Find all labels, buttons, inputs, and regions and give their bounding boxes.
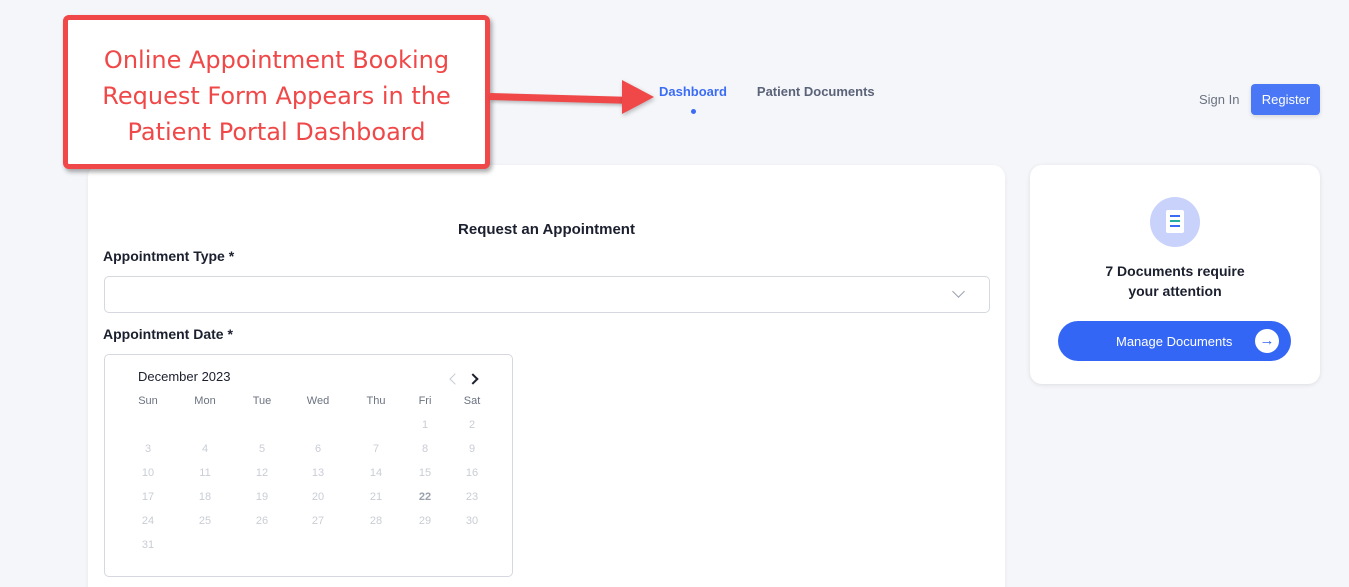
date-picker-calendar: December 2023 Sun Mon Tue Wed Thu Fri Sat 1 2 3 4 5… <box>104 354 513 577</box>
callout-arrow-head <box>622 80 654 114</box>
calendar-weekday-sun: Sun <box>138 395 158 407</box>
calendar-day[interactable]: 10 <box>128 467 168 479</box>
calendar-day[interactable]: 14 <box>356 467 396 479</box>
calendar-weekday-wed: Wed <box>306 395 330 407</box>
nav-dashboard[interactable]: Dashboard <box>659 84 727 114</box>
nav-patient-documents-label: Patient Documents <box>756 84 875 99</box>
documents-card: 7 Documents require your attention Manag… <box>1030 165 1320 384</box>
documents-message-line1: 7 Documents require <box>1105 263 1245 279</box>
calendar-day[interactable]: 15 <box>405 467 445 479</box>
calendar-day[interactable]: 5 <box>242 443 282 455</box>
calendar-day[interactable]: 24 <box>128 515 168 527</box>
calendar-day[interactable]: 20 <box>298 491 338 503</box>
calendar-day[interactable]: 12 <box>242 467 282 479</box>
document-list-icon <box>1150 197 1200 247</box>
calendar-day[interactable]: 6 <box>298 443 338 455</box>
calendar-day[interactable]: 7 <box>356 443 396 455</box>
appointment-date-label: Appointment Date * <box>103 326 233 342</box>
calendar-day[interactable]: 11 <box>185 467 225 479</box>
nav-dashboard-label: Dashboard <box>659 84 727 99</box>
calendar-weekday-fri: Fri <box>418 395 432 407</box>
calendar-day[interactable]: 3 <box>128 443 168 455</box>
calendar-day[interactable]: 8 <box>405 443 445 455</box>
callout-line-3: Patient Portal Dashboard <box>127 118 426 146</box>
calendar-weekday-tue: Tue <box>252 395 272 407</box>
nav-patient-documents[interactable]: Patient Documents <box>757 84 875 99</box>
calendar-month-label: December 2023 <box>138 369 231 384</box>
calendar-day[interactable]: 4 <box>185 443 225 455</box>
main-nav: Dashboard Patient Documents <box>659 84 875 114</box>
calendar-day[interactable]: 2 <box>452 419 492 431</box>
calendar-day[interactable]: 29 <box>405 515 445 527</box>
calendar-day[interactable]: 23 <box>452 491 492 503</box>
callout-arrow-shaft <box>489 93 631 104</box>
form-title: Request an Appointment <box>458 221 635 238</box>
auth-actions: Sign In Register <box>1199 84 1321 115</box>
calendar-weekday-sat: Sat <box>463 395 481 407</box>
manage-documents-label: Manage Documents <box>1116 333 1233 349</box>
appointment-type-label: Appointment Type * <box>103 248 235 264</box>
calendar-day[interactable]: 30 <box>452 515 492 527</box>
calendar-day[interactable]: 16 <box>452 467 492 479</box>
manage-documents-button[interactable]: Manage Documents → <box>1058 321 1291 361</box>
appointment-type-select[interactable] <box>104 276 990 313</box>
calendar-day[interactable]: 9 <box>452 443 492 455</box>
calendar-day[interactable]: 27 <box>298 515 338 527</box>
calendar-day[interactable]: 25 <box>185 515 225 527</box>
chevron-right-icon[interactable] <box>467 373 479 385</box>
calendar-day[interactable]: 17 <box>128 491 168 503</box>
documents-message: 7 Documents require your attention <box>1030 261 1320 301</box>
calendar-day[interactable]: 1 <box>405 419 445 431</box>
chevron-down-icon <box>952 285 965 298</box>
calendar-day[interactable]: 19 <box>242 491 282 503</box>
annotation-callout: Online Appointment Booking Request Form … <box>63 15 490 169</box>
active-indicator-dot <box>690 109 696 114</box>
calendar-day[interactable]: 26 <box>242 515 282 527</box>
calendar-weekday-mon: Mon <box>194 395 216 407</box>
calendar-day[interactable]: 28 <box>356 515 396 527</box>
calendar-day[interactable]: 13 <box>298 467 338 479</box>
arrow-right-icon: → <box>1255 329 1279 353</box>
chevron-left-icon[interactable] <box>449 373 461 385</box>
calendar-day[interactable]: 18 <box>185 491 225 503</box>
documents-message-line2: your attention <box>1128 283 1222 299</box>
calendar-weekday-thu: Thu <box>366 395 386 407</box>
calendar-day[interactable]: 21 <box>356 491 396 503</box>
register-button[interactable]: Register <box>1251 84 1321 115</box>
calendar-day[interactable]: 22 <box>405 491 445 503</box>
sign-in-link[interactable]: Sign In <box>1199 92 1239 107</box>
callout-line-2: Request Form Appears in the <box>102 82 451 110</box>
appointment-request-card: Request an Appointment Appointment Type … <box>88 165 1005 587</box>
callout-line-1: Online Appointment Booking <box>103 46 450 74</box>
callout-text: Online Appointment Booking Request Form … <box>68 42 485 150</box>
calendar-day[interactable]: 31 <box>128 539 168 551</box>
